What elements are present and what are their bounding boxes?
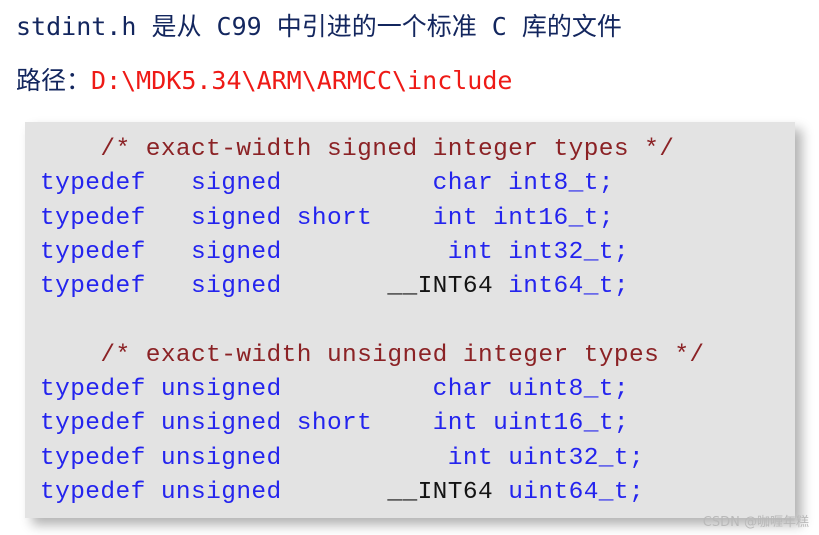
code-typename: char uint8_t; — [432, 376, 630, 404]
code-macro-token: __INT64 — [387, 273, 509, 301]
code-padding — [372, 410, 432, 437]
code-line: typedef signed __INT64 int64_t; — [40, 270, 705, 304]
code-line: typedef signed int int32_t; — [40, 236, 705, 270]
code-typename: char int8_t; — [432, 170, 614, 198]
code-keyword-group: typedef unsigned short — [40, 410, 373, 438]
code-keyword-group: typedef signed — [40, 170, 282, 198]
code-comment: /* exact-width unsigned integer types */ — [100, 341, 705, 369]
code-keyword-group: typedef unsigned — [40, 444, 282, 472]
code-keyword-group: typedef signed — [40, 238, 282, 266]
code-line: typedef signed char int8_t; — [40, 167, 705, 201]
code-line — [40, 304, 705, 338]
code-typename: int64_t; — [508, 273, 630, 301]
code-padding — [282, 479, 388, 506]
code-typename: int int32_t; — [447, 238, 630, 266]
intro-line-stdint: stdint.h 是从 C99 中引进的一个标准 C 库的文件 — [16, 12, 622, 41]
code-typename: int uint16_t; — [432, 410, 630, 438]
code-keyword-group: typedef signed — [40, 273, 282, 301]
code-padding — [282, 170, 433, 197]
code-line: typedef unsigned short int uint16_t; — [40, 407, 705, 441]
code-listing: /* exact-width signed integer types */ ty… — [40, 133, 705, 510]
code-keyword-group: typedef unsigned — [40, 478, 282, 506]
csdn-watermark: CSDN @咖喱年糕 — [702, 515, 809, 530]
code-line: typedef unsigned char uint8_t; — [40, 373, 705, 407]
code-keyword-group: typedef unsigned — [40, 376, 282, 404]
code-padding — [282, 376, 433, 403]
code-block-panel: /* exact-width signed integer types */ ty… — [25, 122, 795, 518]
path-label: 路径： — [16, 66, 92, 95]
code-typename: int uint32_t; — [447, 444, 645, 472]
code-comment: /* exact-width signed integer types */ — [100, 136, 675, 163]
code-line: typedef signed short int int16_t; — [40, 202, 705, 236]
code-line: /* exact-width unsigned integer types */ — [40, 339, 705, 373]
code-padding — [372, 205, 432, 232]
code-keyword-group: typedef signed short — [40, 204, 373, 232]
code-line: typedef unsigned int uint32_t; — [40, 442, 705, 476]
code-padding — [282, 445, 448, 472]
code-typename: uint64_t; — [508, 478, 645, 506]
code-padding — [282, 239, 448, 266]
code-padding — [282, 273, 388, 300]
path-line: 路径：D:\MDK5.34\ARM\ARMCC\include — [16, 61, 512, 97]
code-macro-token: __INT64 — [387, 478, 509, 506]
code-line: /* exact-width signed integer types */ — [40, 133, 705, 167]
code-line: typedef unsigned __INT64 uint64_t; — [40, 476, 705, 510]
path-value: D:\MDK5.34\ARM\ARMCC\include — [91, 66, 513, 95]
code-typename: int int16_t; — [432, 204, 614, 232]
